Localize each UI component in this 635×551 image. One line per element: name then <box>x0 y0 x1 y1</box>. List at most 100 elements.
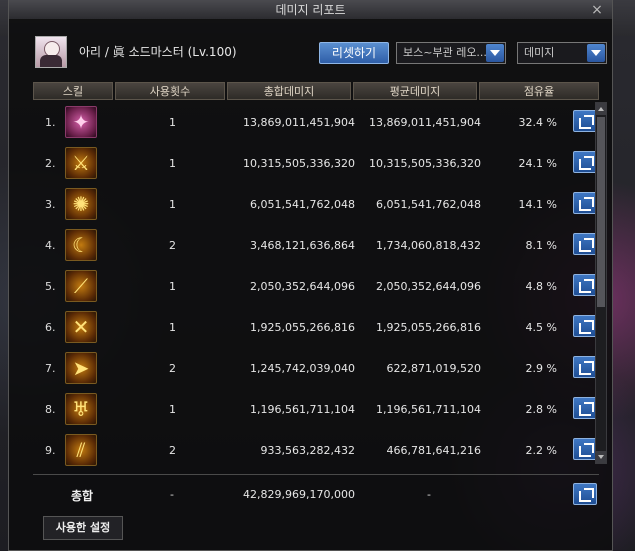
row-avg-damage: 1,734,060,818,432 <box>376 239 481 252</box>
row-share: 2.8 % <box>525 403 557 416</box>
row-avg-damage: 1,196,561,711,104 <box>376 403 481 416</box>
row-avg-damage: 622,871,019,520 <box>386 362 481 375</box>
row-share: 2.2 % <box>525 444 557 457</box>
row-share: 4.5 % <box>525 321 557 334</box>
table-row: 6. ✕ 1 1,925,055,266,816 1,925,055,266,8… <box>33 307 599 348</box>
export-icon[interactable] <box>573 483 597 505</box>
row-rank: 1. <box>45 116 56 129</box>
row-total-damage: 10,315,505,336,320 <box>243 157 355 170</box>
total-uses: - <box>170 488 174 501</box>
used-settings-tab[interactable]: 사용한 설정 <box>43 516 123 540</box>
row-avg-damage: 2,050,352,644,096 <box>376 280 481 293</box>
table-row: 3. ✺ 1 6,051,541,762,048 6,051,541,762,0… <box>33 184 599 225</box>
close-icon[interactable]: × <box>588 1 606 19</box>
row-share: 32.4 % <box>518 116 557 129</box>
character-name: 아리 / 眞 소드마스터 (Lv.100) <box>79 45 237 59</box>
row-uses: 1 <box>169 116 176 129</box>
header-uses[interactable]: 사용횟수 <box>115 82 225 100</box>
row-rank: 2. <box>45 157 56 170</box>
skill-icon-6: ✕ <box>65 311 97 343</box>
export-icon[interactable] <box>573 233 597 255</box>
skill-icon-7: ➤ <box>65 352 97 384</box>
row-share: 2.9 % <box>525 362 557 375</box>
row-total-damage: 1,196,561,711,104 <box>250 403 355 416</box>
total-row: 총합 - 42,829,969,170,000 - <box>33 474 599 510</box>
skill-icon-4: ☾ <box>65 229 97 261</box>
character-header: 아리 / 眞 소드마스터 (Lv.100) 리셋하기 보스~부관 레오... 데… <box>9 32 612 72</box>
skill-icon-8: ♅ <box>65 393 97 425</box>
export-icon[interactable] <box>573 192 597 214</box>
row-avg-damage: 466,781,641,216 <box>386 444 481 457</box>
metric-dropdown-value: 데미지 <box>524 46 555 59</box>
total-damage: 42,829,969,170,000 <box>243 488 355 501</box>
table-header: 스킬 사용횟수 총합데미지 평균데미지 점유율 <box>33 82 599 100</box>
header-total-damage[interactable]: 총합데미지 <box>227 82 351 100</box>
row-avg-damage: 10,315,505,336,320 <box>369 157 481 170</box>
row-total-damage: 2,050,352,644,096 <box>250 280 355 293</box>
table-row: 5. ⟋ 1 2,050,352,644,096 2,050,352,644,0… <box>33 266 599 307</box>
scroll-thumb[interactable] <box>597 117 605 307</box>
row-avg-damage: 6,051,541,762,048 <box>376 198 481 211</box>
damage-report-window: 데미지 리포트 × 아리 / 眞 소드마스터 (Lv.100) 리셋하기 보스~… <box>8 0 613 551</box>
scroll-up-icon[interactable] <box>596 103 606 115</box>
row-uses: 1 <box>169 280 176 293</box>
total-label: 총합 <box>71 489 94 503</box>
row-rank: 5. <box>45 280 56 293</box>
row-total-damage: 1,245,742,039,040 <box>250 362 355 375</box>
row-total-damage: 3,468,121,636,864 <box>250 239 355 252</box>
row-rank: 3. <box>45 198 56 211</box>
table-row: 7. ➤ 2 1,245,742,039,040 622,871,019,520… <box>33 348 599 389</box>
export-icon[interactable] <box>573 151 597 173</box>
skill-icon-2: ⚔ <box>65 147 97 179</box>
header-avg-damage[interactable]: 평균데미지 <box>353 82 477 100</box>
row-rank: 4. <box>45 239 56 252</box>
export-icon[interactable] <box>573 110 597 132</box>
window-titlebar[interactable]: 데미지 리포트 × <box>9 0 612 20</box>
skill-icon-3: ✺ <box>65 188 97 220</box>
row-share: 8.1 % <box>525 239 557 252</box>
chevron-down-icon[interactable] <box>486 44 504 62</box>
row-uses: 1 <box>169 198 176 211</box>
row-total-damage: 933,563,282,432 <box>260 444 355 457</box>
chevron-down-icon[interactable] <box>587 44 605 62</box>
header-skill[interactable]: 스킬 <box>33 82 113 100</box>
export-icon[interactable] <box>573 315 597 337</box>
row-rank: 7. <box>45 362 56 375</box>
table-row: 2. ⚔ 1 10,315,505,336,320 10,315,505,336… <box>33 143 599 184</box>
row-avg-damage: 1,925,055,266,816 <box>376 321 481 334</box>
row-rank: 6. <box>45 321 56 334</box>
table-row: 4. ☾ 2 3,468,121,636,864 1,734,060,818,4… <box>33 225 599 266</box>
total-avg-damage: - <box>427 488 431 501</box>
skill-table-body: 1. ✦ 1 13,869,011,451,904 13,869,011,451… <box>33 102 599 471</box>
character-avatar <box>35 36 67 68</box>
row-uses: 2 <box>169 362 176 375</box>
row-uses: 1 <box>169 157 176 170</box>
window-title: 데미지 리포트 <box>275 3 346 17</box>
row-uses: 2 <box>169 239 176 252</box>
mode-dropdown[interactable]: 보스~부관 레오... <box>396 42 506 64</box>
row-share: 14.1 % <box>518 198 557 211</box>
export-icon[interactable] <box>573 274 597 296</box>
table-scrollbar[interactable] <box>595 102 607 464</box>
row-total-damage: 6,051,541,762,048 <box>250 198 355 211</box>
table-row: 8. ♅ 1 1,196,561,711,104 1,196,561,711,1… <box>33 389 599 430</box>
row-share: 4.8 % <box>525 280 557 293</box>
row-uses: 1 <box>169 403 176 416</box>
reset-button[interactable]: 리셋하기 <box>319 42 389 64</box>
export-icon[interactable] <box>573 356 597 378</box>
table-row: 1. ✦ 1 13,869,011,451,904 13,869,011,451… <box>33 102 599 143</box>
export-icon[interactable] <box>573 397 597 419</box>
metric-dropdown[interactable]: 데미지 <box>517 42 607 64</box>
row-avg-damage: 13,869,011,451,904 <box>369 116 481 129</box>
table-row: 9. ⫽ 2 933,563,282,432 466,781,641,216 2… <box>33 430 599 471</box>
row-uses: 2 <box>169 444 176 457</box>
mode-dropdown-value: 보스~부관 레오... <box>403 46 487 59</box>
row-total-damage: 13,869,011,451,904 <box>243 116 355 129</box>
row-total-damage: 1,925,055,266,816 <box>250 321 355 334</box>
scroll-down-icon[interactable] <box>596 451 606 463</box>
skill-icon-1: ✦ <box>65 106 97 138</box>
export-icon[interactable] <box>573 438 597 460</box>
header-share[interactable]: 점유율 <box>479 82 599 100</box>
skill-icon-5: ⟋ <box>65 270 97 302</box>
row-rank: 8. <box>45 403 56 416</box>
